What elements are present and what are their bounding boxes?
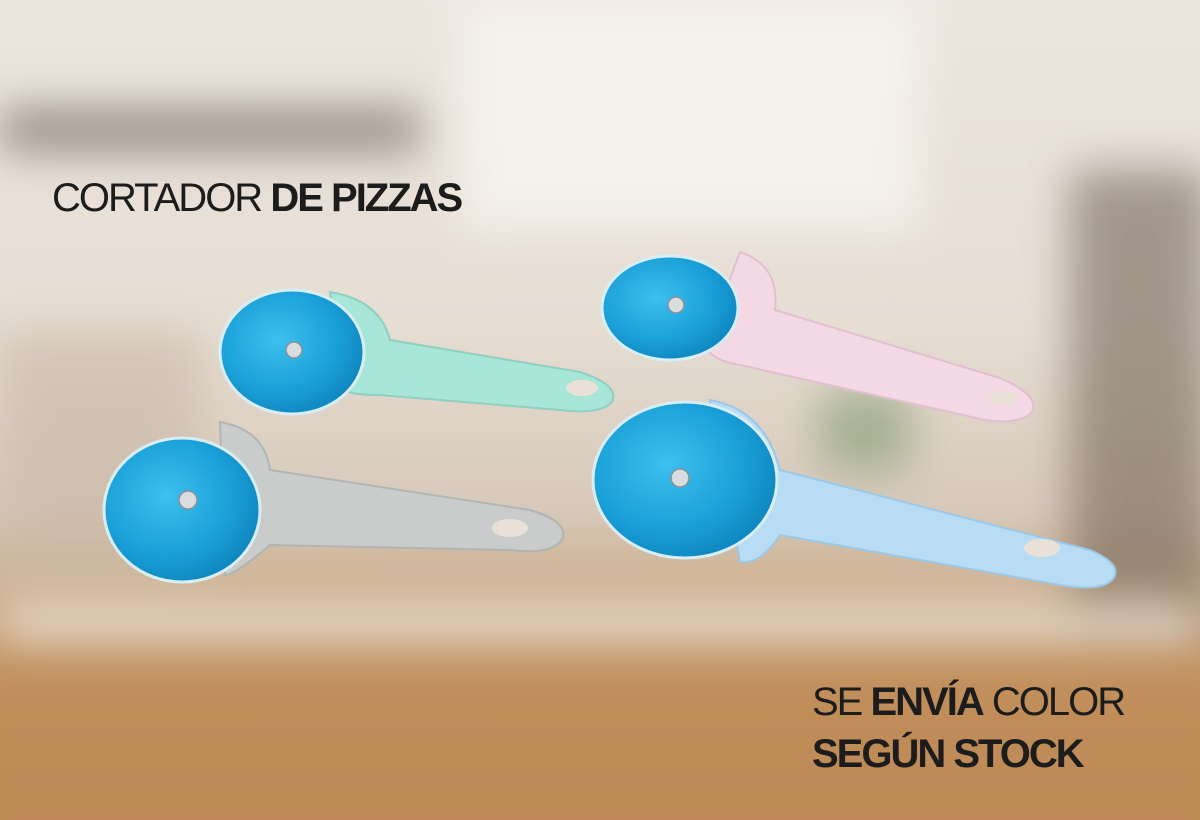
gray-blade	[102, 436, 262, 584]
pink-hang-hole	[989, 391, 1019, 405]
gray-pizza-cutter	[102, 420, 565, 584]
pink-handle	[703, 250, 1035, 423]
gray-handle	[218, 420, 565, 577]
mint-hang-hole	[566, 380, 598, 396]
notice-part1: SE	[812, 680, 863, 724]
notice-part3: COLOR	[991, 680, 1126, 724]
headline-part2: DE PIZZAS	[270, 176, 463, 220]
gray-hang-hole	[492, 519, 528, 537]
gray-rivet	[178, 490, 198, 510]
pink-pizza-cutter	[600, 250, 1035, 423]
headline-part1: CORTADOR	[52, 176, 263, 220]
kitchen-background: CORTADOR DE PIZZAS SE ENVÍA COLOR SEGÚN …	[0, 0, 1200, 820]
blue-pizza-cutter	[591, 398, 1117, 589]
blue-rivet	[670, 468, 690, 488]
mint-rivet	[285, 341, 303, 359]
stock-notice-line1: SE ENVÍA COLOR	[812, 676, 1126, 728]
pink-rivet	[667, 296, 685, 314]
blue-hang-hole	[1024, 539, 1060, 557]
headline: CORTADOR DE PIZZAS	[52, 176, 463, 221]
notice-part2: ENVÍA	[870, 680, 984, 724]
mint-pizza-cutter	[218, 288, 615, 416]
stock-notice: SE ENVÍA COLOR SEGÚN STOCK	[812, 676, 1126, 780]
stock-notice-line2: SEGÚN STOCK	[812, 732, 1085, 776]
